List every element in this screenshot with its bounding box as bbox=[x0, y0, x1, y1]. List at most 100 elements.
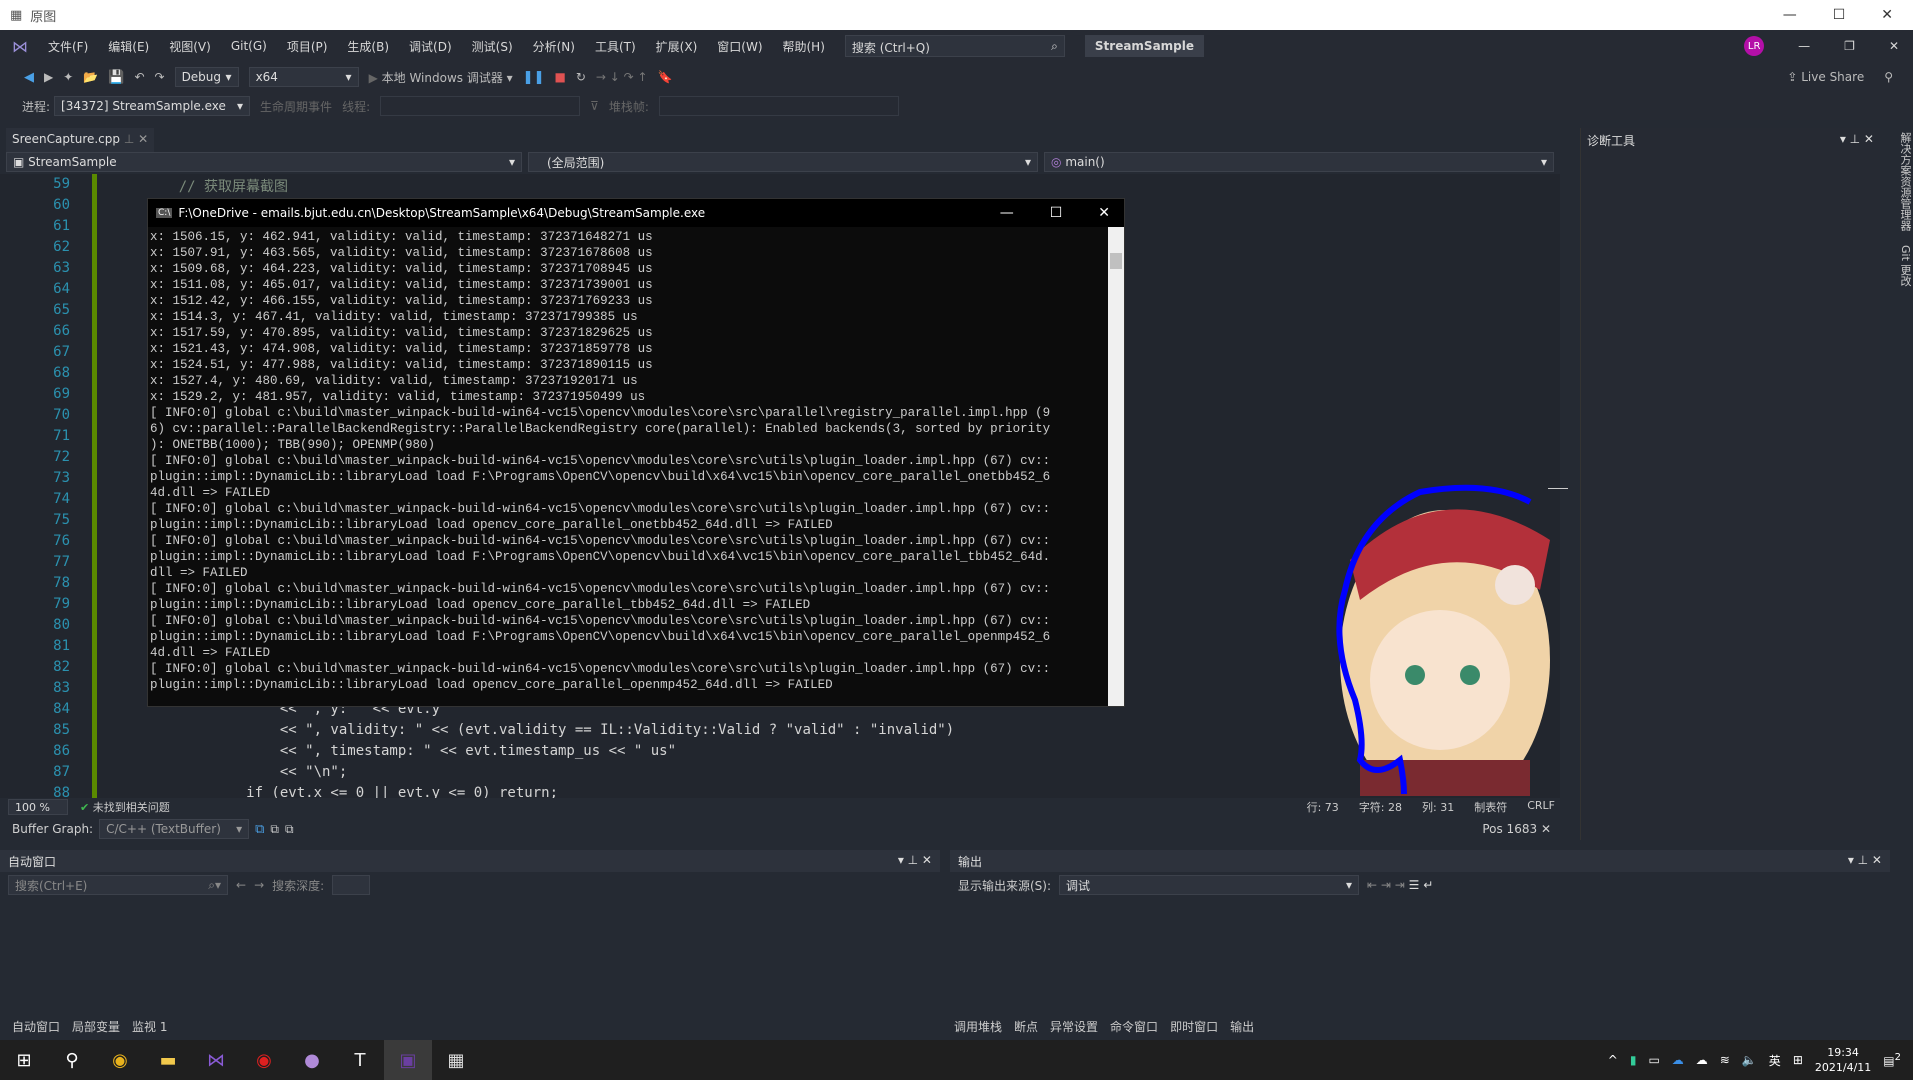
pos-close-icon[interactable]: ✕ bbox=[1541, 822, 1551, 836]
menu-tools[interactable]: 工具(T) bbox=[595, 38, 636, 55]
menu-help[interactable]: 帮助(H) bbox=[783, 38, 825, 55]
process-dropdown[interactable]: [34372] StreamSample.exe ▾ bbox=[54, 96, 251, 116]
ime-indicator[interactable]: 英 bbox=[1769, 1052, 1781, 1069]
tab-immediate-window[interactable]: 即时窗口 bbox=[1170, 1018, 1218, 1038]
issues-status[interactable]: ✔ 未找到相关问题 bbox=[80, 799, 170, 815]
open-icon[interactable]: 📂 bbox=[83, 70, 98, 84]
graph-icon-2[interactable]: ⧉ bbox=[270, 822, 279, 837]
feedback-icon[interactable]: ⚲ bbox=[1884, 70, 1893, 84]
app-icon-purple[interactable]: ● bbox=[288, 1040, 336, 1080]
new-project-icon[interactable]: ✦ bbox=[63, 70, 73, 84]
tray-app-icon[interactable]: ▮ bbox=[1630, 1053, 1637, 1067]
volume-icon[interactable]: 🔈 bbox=[1742, 1053, 1757, 1067]
avatar[interactable]: LR bbox=[1744, 36, 1765, 56]
onedrive-icon[interactable]: ☁ bbox=[1672, 1053, 1684, 1067]
start-debugger-button[interactable]: ▶ 本地 Windows 调试器 ▾ bbox=[369, 69, 513, 86]
menu-git[interactable]: Git(G) bbox=[231, 39, 267, 53]
menu-build[interactable]: 生成(B) bbox=[347, 38, 389, 55]
scrollbar-thumb[interactable] bbox=[1110, 253, 1122, 269]
close-button[interactable]: ✕ bbox=[1881, 7, 1893, 23]
bookmark-icon[interactable]: 🔖 bbox=[658, 70, 673, 84]
tray-overflow-icon[interactable]: ^ bbox=[1608, 1053, 1618, 1067]
output-toolbar-icons[interactable]: ⇤ ⇥ ⇥ ☰ ↵ bbox=[1367, 878, 1433, 892]
forward-arrow-icon[interactable]: → bbox=[254, 878, 264, 892]
autos-panel-controls[interactable]: ▾ ⊥ ✕ bbox=[898, 853, 932, 869]
search-input[interactable]: 搜索 (Ctrl+Q) ⌕ bbox=[844, 35, 1065, 57]
typora-icon[interactable]: T bbox=[336, 1040, 384, 1080]
back-icon[interactable]: ◀ bbox=[24, 70, 34, 85]
menu-test[interactable]: 测试(S) bbox=[472, 38, 513, 55]
netease-music-icon[interactable]: ◉ bbox=[240, 1040, 288, 1080]
buffer-graph-dropdown[interactable]: C/C++ (TextBuffer) ▾ bbox=[99, 819, 250, 839]
start-icon[interactable]: ⊞ bbox=[0, 1040, 48, 1080]
platform-dropdown[interactable]: x64 ▾ bbox=[248, 67, 359, 87]
tab-close-icon[interactable]: ✕ bbox=[138, 132, 148, 146]
maximize-button[interactable]: ☐ bbox=[1833, 7, 1846, 23]
thread-dropdown[interactable] bbox=[380, 96, 581, 116]
minimize-button[interactable]: — bbox=[1783, 7, 1797, 23]
restart-icon[interactable]: ↻ bbox=[576, 70, 586, 84]
image-viewer-taskbar-icon[interactable]: ▦ bbox=[432, 1040, 480, 1080]
tab-sreencapture-cpp[interactable]: SreenCapture.cpp ⊥ ✕ bbox=[6, 128, 155, 152]
tabs-indicator[interactable]: 制表符 bbox=[1474, 799, 1507, 815]
tab-call-stack[interactable]: 调用堆栈 bbox=[954, 1018, 1002, 1038]
tab-command-window[interactable]: 命令窗口 bbox=[1110, 1018, 1158, 1038]
stack-frame-dropdown[interactable] bbox=[658, 96, 899, 116]
pin-icon[interactable]: ⊥ bbox=[124, 132, 134, 146]
pause-icon[interactable]: ❚❚ bbox=[523, 70, 545, 85]
tab-locals[interactable]: 局部变量 bbox=[72, 1018, 120, 1038]
save-icon[interactable]: 💾 bbox=[108, 70, 124, 85]
clock[interactable]: 19:34 2021/4/11 bbox=[1815, 1045, 1871, 1075]
menu-edit[interactable]: 编辑(E) bbox=[108, 38, 149, 55]
search-icon[interactable]: ⚲ bbox=[48, 1040, 96, 1080]
output-source-dropdown[interactable]: 调试 ▾ bbox=[1059, 875, 1360, 895]
lifecycle-events-button[interactable]: 生命周期事件 bbox=[260, 98, 332, 115]
side-tab-git-changes[interactable]: Git 更改 bbox=[1894, 245, 1913, 286]
undo-icon[interactable]: ↶ bbox=[134, 70, 144, 84]
vs-close-button[interactable]: ✕ bbox=[1889, 39, 1899, 53]
menu-debug[interactable]: 调试(D) bbox=[409, 38, 452, 55]
tray-icon[interactable]: ▭ bbox=[1648, 1053, 1659, 1067]
menu-analyze[interactable]: 分析(N) bbox=[533, 38, 575, 55]
onedrive-personal-icon[interactable]: ☁ bbox=[1696, 1053, 1708, 1067]
chrome-icon[interactable]: ◉ bbox=[96, 1040, 144, 1080]
autos-search-input[interactable]: 搜索(Ctrl+E) ⌕▾ bbox=[8, 875, 228, 895]
tab-autos[interactable]: 自动窗口 bbox=[12, 1018, 60, 1038]
function-dropdown[interactable]: ◎ main() ▾ bbox=[1044, 152, 1554, 172]
console-titlebar[interactable]: C:\ F:\OneDrive - emails.bjut.edu.cn\Des… bbox=[148, 199, 1124, 227]
live-share-button[interactable]: ⇪ Live Share bbox=[1787, 70, 1864, 84]
graph-icon-1[interactable]: ⧉ bbox=[255, 822, 264, 837]
file-explorer-icon[interactable]: ▬ bbox=[144, 1040, 192, 1080]
console-taskbar-icon[interactable]: ▣ bbox=[384, 1040, 432, 1080]
vs-restore-button[interactable]: ❐ bbox=[1844, 39, 1855, 53]
menu-project[interactable]: 项目(P) bbox=[287, 38, 328, 55]
redo-icon[interactable]: ↷ bbox=[155, 70, 165, 84]
wifi-icon[interactable]: ≋ bbox=[1720, 1053, 1730, 1067]
visual-studio-icon[interactable]: ⋈ bbox=[192, 1040, 240, 1080]
graph-icon-3[interactable]: ⧉ bbox=[285, 822, 294, 837]
console-close-button[interactable]: ✕ bbox=[1098, 205, 1110, 221]
step-over-icon[interactable]: → ↓ ↷ ↑ bbox=[596, 70, 648, 84]
filter-icon[interactable]: ⊽ bbox=[590, 99, 599, 113]
vs-minimize-button[interactable]: — bbox=[1798, 39, 1810, 53]
notification-button[interactable]: ▤2 bbox=[1883, 1052, 1901, 1068]
side-tab-solution-explorer[interactable]: 解决方案资源管理器 bbox=[1894, 132, 1913, 231]
eol-indicator[interactable]: CRLF bbox=[1527, 799, 1555, 815]
menu-window[interactable]: 窗口(W) bbox=[717, 38, 762, 55]
forward-icon[interactable]: ▶ bbox=[44, 70, 53, 84]
ime-mode-icon[interactable]: ⊞ bbox=[1793, 1053, 1803, 1067]
menu-extensions[interactable]: 扩展(X) bbox=[656, 38, 698, 55]
project-dropdown[interactable]: ▣ StreamSample ▾ bbox=[6, 152, 522, 172]
stop-icon[interactable]: ■ bbox=[554, 70, 565, 84]
output-panel-controls[interactable]: ▾ ⊥ ✕ bbox=[1848, 853, 1882, 869]
search-depth-dropdown[interactable] bbox=[332, 875, 371, 895]
zoom-dropdown[interactable]: 100 % bbox=[8, 799, 68, 815]
console-maximize-button[interactable]: ☐ bbox=[1050, 205, 1063, 221]
menu-file[interactable]: 文件(F) bbox=[48, 38, 88, 55]
tab-output[interactable]: 输出 bbox=[1230, 1018, 1254, 1038]
tab-exception-settings[interactable]: 异常设置 bbox=[1050, 1018, 1098, 1038]
menu-view[interactable]: 视图(V) bbox=[169, 38, 211, 55]
console-scrollbar[interactable] bbox=[1108, 227, 1124, 706]
config-dropdown[interactable]: Debug ▾ bbox=[174, 67, 239, 87]
console-minimize-button[interactable]: — bbox=[1000, 205, 1014, 221]
